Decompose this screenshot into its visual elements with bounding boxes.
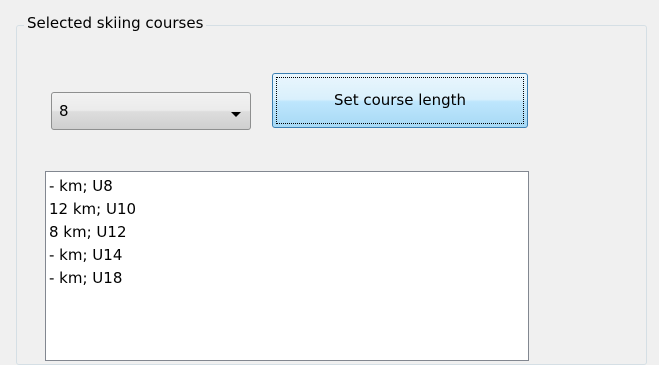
- list-item[interactable]: 12 km; U10: [49, 198, 528, 221]
- groupbox-title: Selected skiing courses: [24, 13, 207, 33]
- list-item[interactable]: - km; U18: [49, 267, 528, 290]
- list-item[interactable]: - km; U14: [49, 244, 528, 267]
- set-course-length-label: Set course length: [333, 91, 467, 109]
- set-course-length-button[interactable]: Set course length: [272, 73, 528, 128]
- course-length-dropdown[interactable]: 8: [51, 92, 251, 130]
- courses-listbox[interactable]: - km; U8 12 km; U10 8 km; U12 - km; U14 …: [45, 171, 529, 361]
- list-item[interactable]: - km; U8: [49, 175, 528, 198]
- chevron-down-icon: [231, 112, 241, 117]
- dropdown-selected-value: 8: [59, 102, 69, 120]
- list-item[interactable]: 8 km; U12: [49, 221, 528, 244]
